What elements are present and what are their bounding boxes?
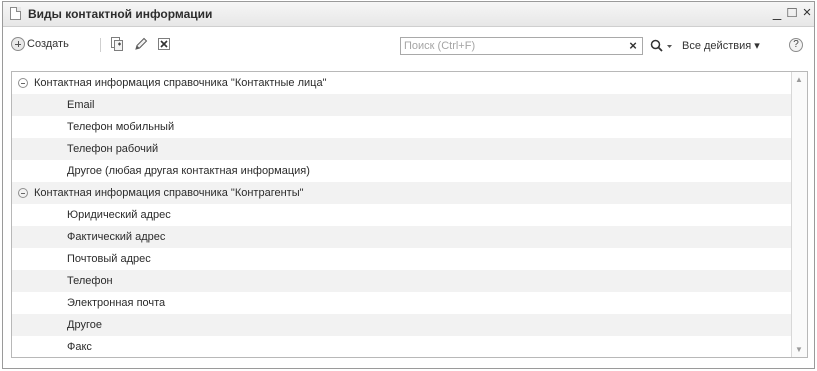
scroll-down-icon[interactable]: ▼ xyxy=(795,345,803,354)
close-button[interactable]: × xyxy=(800,4,814,22)
collapse-icon[interactable] xyxy=(18,78,28,88)
magnifier-icon[interactable] xyxy=(649,38,675,54)
title-bar: Виды контактной информации _ □ × xyxy=(3,2,814,27)
list-item[interactable]: Телефон рабочий xyxy=(12,138,792,160)
list-item[interactable]: Другое (любая другая контактная информац… xyxy=(12,160,792,182)
list-item-label: Другое xyxy=(67,319,102,331)
list-item-label: Другое (любая другая контактная информац… xyxy=(67,165,310,177)
list-item-label: Телефон рабочий xyxy=(67,143,159,155)
list-item[interactable]: Телефон xyxy=(12,270,792,292)
command-bar: Создать × Все действия ▾ ? xyxy=(3,27,814,61)
list-item-label: Контактная информация справочника "Конта… xyxy=(34,77,327,89)
create-button[interactable]: Создать xyxy=(11,34,69,54)
form-window: Виды контактной информации _ □ × Создать… xyxy=(2,1,815,369)
list-item[interactable]: Электронная почта xyxy=(12,292,792,314)
collapse-icon[interactable] xyxy=(18,188,28,198)
all-actions-menu[interactable]: Все действия ▾ xyxy=(682,39,760,52)
search-clear-button[interactable]: × xyxy=(626,39,640,53)
list-item-label: Электронная почта xyxy=(67,297,166,309)
delete-mark-icon[interactable] xyxy=(156,36,172,52)
copy-icon[interactable] xyxy=(109,36,125,52)
window-title: Виды контактной информации xyxy=(28,7,213,21)
search-input[interactable] xyxy=(404,39,614,53)
maximize-button[interactable]: □ xyxy=(785,4,799,22)
document-icon xyxy=(10,7,21,20)
list-group-row[interactable]: Контактная информация справочника "Конта… xyxy=(12,72,792,94)
list-item-label: Факс xyxy=(67,341,92,353)
list-item-label: Телефон мобильный xyxy=(67,121,175,133)
pencil-icon[interactable] xyxy=(133,36,149,52)
plus-circle-icon xyxy=(11,37,25,51)
list-item[interactable]: Факс xyxy=(12,336,792,357)
list-item-label: Контактная информация справочника "Контр… xyxy=(34,187,304,199)
list-item[interactable]: Email xyxy=(12,94,792,116)
list-item-label: Телефон xyxy=(67,275,113,287)
list-item-label: Email xyxy=(67,99,95,111)
toolbar-separator xyxy=(100,38,101,52)
question-icon[interactable]: ? xyxy=(789,38,803,52)
list-item[interactable]: Телефон мобильный xyxy=(12,116,792,138)
scroll-up-icon[interactable]: ▲ xyxy=(795,75,803,84)
create-button-label: Создать xyxy=(27,38,69,50)
list-item[interactable]: Фактический адрес xyxy=(12,226,792,248)
list-item[interactable]: Почтовый адрес xyxy=(12,248,792,270)
list-item-label: Фактический адрес xyxy=(67,231,166,243)
list-item-label: Юридический адрес xyxy=(67,209,171,221)
list-group-row[interactable]: Контактная информация справочника "Контр… xyxy=(12,182,792,204)
search-field[interactable]: × xyxy=(400,37,643,55)
minimize-button[interactable]: _ xyxy=(770,4,784,22)
vertical-scrollbar[interactable]: ▲ ▼ xyxy=(791,72,807,357)
list-item-label: Почтовый адрес xyxy=(67,253,151,265)
contact-info-list[interactable]: Факс Другое Электронная почта Телефон Почтов… xyxy=(11,71,808,358)
list-item[interactable]: Другое xyxy=(12,314,792,336)
list-item[interactable]: Юридический адрес xyxy=(12,204,792,226)
